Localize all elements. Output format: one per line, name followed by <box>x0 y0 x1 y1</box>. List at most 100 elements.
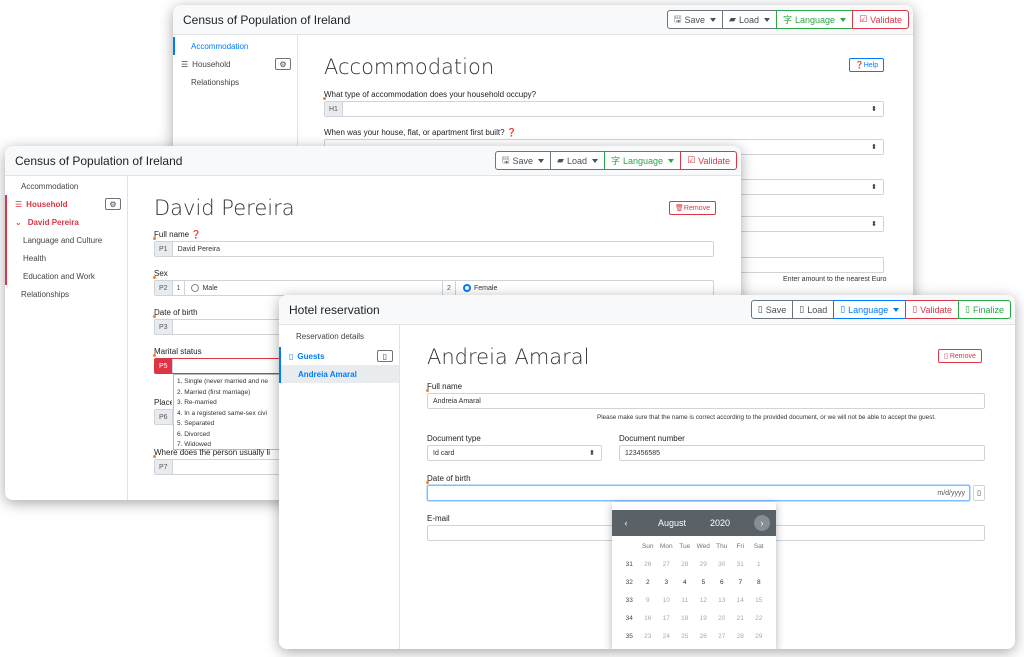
calendar-day[interactable]: 20 <box>713 612 732 626</box>
place-input[interactable]: P6 <box>154 409 174 425</box>
accommodation-type-select[interactable]: H1 ⬍ <box>324 101 884 117</box>
calendar-day[interactable]: 26 <box>694 630 713 644</box>
load-button[interactable]: ▰ Load <box>722 10 777 29</box>
calendar-month: August <box>657 518 686 528</box>
chevron-right-icon[interactable]: › <box>753 515 770 531</box>
calendar-day[interactable]: 9 <box>639 594 658 608</box>
weekday-header: Thu <box>716 543 728 550</box>
sidebar-item-reservation-details[interactable]: Reservation details <box>279 327 399 345</box>
sidebar-item-household[interactable]: ☰ Household ⚙ <box>173 55 297 73</box>
calendar-day[interactable]: 31 <box>731 558 750 572</box>
toolbar: 🖫 Save ▰ Load 字 Language ☑ Validate <box>666 10 909 29</box>
gear-icon[interactable]: ⚙ <box>105 198 121 210</box>
calendar-day[interactable]: 27 <box>713 630 732 644</box>
calendar-day[interactable]: 6 <box>713 576 732 590</box>
sidebar-item-relationships[interactable]: Relationships <box>173 73 297 91</box>
calendar-day[interactable]: 14 <box>731 594 750 608</box>
sidebar-item-accommodation[interactable]: Accommodation <box>5 177 127 195</box>
calendar-day[interactable]: 29 <box>750 630 769 644</box>
calendar-day[interactable]: 26 <box>639 558 658 572</box>
calendar-day[interactable]: 30 <box>713 558 732 572</box>
calendar-day[interactable]: 25 <box>676 630 695 644</box>
document-number-input[interactable]: 123456585 <box>619 445 985 461</box>
female-radio[interactable] <box>463 284 471 292</box>
calendar-day[interactable]: 3 <box>657 576 676 590</box>
field-label: Sex <box>154 269 168 278</box>
gear-icon[interactable]: ⚙ <box>275 58 291 70</box>
language-button[interactable]: 字 Language <box>776 10 854 29</box>
validate-button[interactable]: ▯ Validate <box>905 300 960 319</box>
calendar-day[interactable]: 2 <box>639 576 658 590</box>
load-button[interactable]: ▰ Load <box>550 151 605 170</box>
save-icon: 🖫 <box>501 154 510 165</box>
calendar-day[interactable]: 18 <box>676 612 695 626</box>
calendar-day[interactable]: 5 <box>694 576 713 590</box>
calendar-day[interactable]: 8 <box>750 576 769 590</box>
validate-button[interactable]: ☑ Validate <box>852 10 909 29</box>
add-icon[interactable]: ▯ <box>377 350 393 362</box>
calendar-day[interactable]: 7 <box>731 576 750 590</box>
question-code: P2 <box>155 281 173 295</box>
option-remarried[interactable]: 3. Re-married <box>177 398 279 409</box>
calendar-day[interactable]: 28 <box>731 630 750 644</box>
language-button[interactable]: ▯ Language <box>833 300 907 319</box>
remove-button[interactable]: ▯ Remove <box>938 349 982 363</box>
calendar-day[interactable]: 1 <box>750 558 769 572</box>
calendar-day[interactable]: 29 <box>694 558 713 572</box>
calendar-day[interactable]: 23 <box>639 630 658 644</box>
sidebar-item-education[interactable]: Education and Work <box>5 267 127 285</box>
calendar-day[interactable]: 22 <box>750 612 769 626</box>
save-button[interactable]: ▯ Save <box>750 300 794 319</box>
sidebar-item-relationships[interactable]: Relationships <box>5 285 127 303</box>
option-civil-partnership[interactable]: 4. In a registered same-sex civi <box>177 409 279 420</box>
calendar-day[interactable]: 27 <box>657 558 676 572</box>
calendar-day[interactable]: 16 <box>639 612 658 626</box>
document-type-select[interactable]: Id card ⬍ <box>427 445 602 461</box>
calendar-day[interactable]: 19 <box>694 612 713 626</box>
calendar-day[interactable]: 17 <box>657 612 676 626</box>
remove-button[interactable]: 🗑Remove <box>669 201 716 215</box>
load-button[interactable]: ▯ Load <box>792 300 835 319</box>
calendar-button[interactable]: ▯ <box>973 485 985 501</box>
question-code: H1 <box>325 102 343 116</box>
sidebar-item-household[interactable]: ☰ Household ⚙ <box>5 195 127 213</box>
calendar-day[interactable]: 12 <box>694 594 713 608</box>
calendar-day[interactable]: 28 <box>676 558 695 572</box>
calendar-day[interactable]: 11 <box>676 594 695 608</box>
chevron-left-icon[interactable]: ‹ <box>618 515 634 531</box>
sidebar-item-accommodation[interactable]: Accommodation <box>173 37 297 55</box>
check-icon: ☑ <box>687 155 696 165</box>
language-button[interactable]: 字 Language <box>604 151 682 170</box>
save-button[interactable]: 🖫 Save <box>666 10 724 29</box>
validate-button[interactable]: ☑ Validate <box>680 151 737 170</box>
female-option: Female <box>457 284 497 292</box>
calendar-day[interactable]: 24 <box>657 630 676 644</box>
sidebar: Accommodation ☰ Household ⚙ ⌄ David Pereira… <box>5 176 128 500</box>
date-of-birth-input[interactable]: m/d/yyyy <box>427 485 970 501</box>
weekday-header: Tue <box>679 543 691 550</box>
question-code: P5 <box>155 359 173 373</box>
calendar-day[interactable]: 4 <box>676 576 695 590</box>
sidebar-item-guest[interactable]: Andreia Amaral <box>279 365 399 383</box>
option-divorced[interactable]: 6. Divorced <box>177 430 279 441</box>
sidebar-item-person[interactable]: ⌄ David Pereira <box>5 213 127 231</box>
option-separated[interactable]: 5. Separated <box>177 419 279 430</box>
sidebar-item-guests[interactable]: ▯ Guests ▯ <box>279 347 399 365</box>
field-label: Place <box>154 398 172 407</box>
finalize-button[interactable]: ▯ Finalize <box>958 300 1011 319</box>
male-radio[interactable] <box>191 284 200 292</box>
calendar-day[interactable]: 15 <box>750 594 769 608</box>
help-button[interactable]: ❓Help <box>849 58 885 72</box>
marital-status-options: 1. Single (never married and ne 2. Marri… <box>173 374 283 450</box>
full-name-input[interactable]: P1 David Pereira <box>154 241 714 257</box>
calendar-day[interactable]: 13 <box>713 594 732 608</box>
option-single[interactable]: 1. Single (never married and ne <box>177 377 279 388</box>
option-married[interactable]: 2. Married (first marriage) <box>177 388 279 399</box>
calendar-day[interactable]: 10 <box>657 594 676 608</box>
sidebar-item-language[interactable]: Language and Culture <box>5 231 127 249</box>
sidebar-item-health[interactable]: Health <box>5 249 127 267</box>
full-name-input[interactable]: Andreia Amaral <box>427 393 985 409</box>
required-dot <box>153 237 156 240</box>
calendar-day[interactable]: 21 <box>731 612 750 626</box>
save-button[interactable]: 🖫 Save <box>494 151 552 170</box>
